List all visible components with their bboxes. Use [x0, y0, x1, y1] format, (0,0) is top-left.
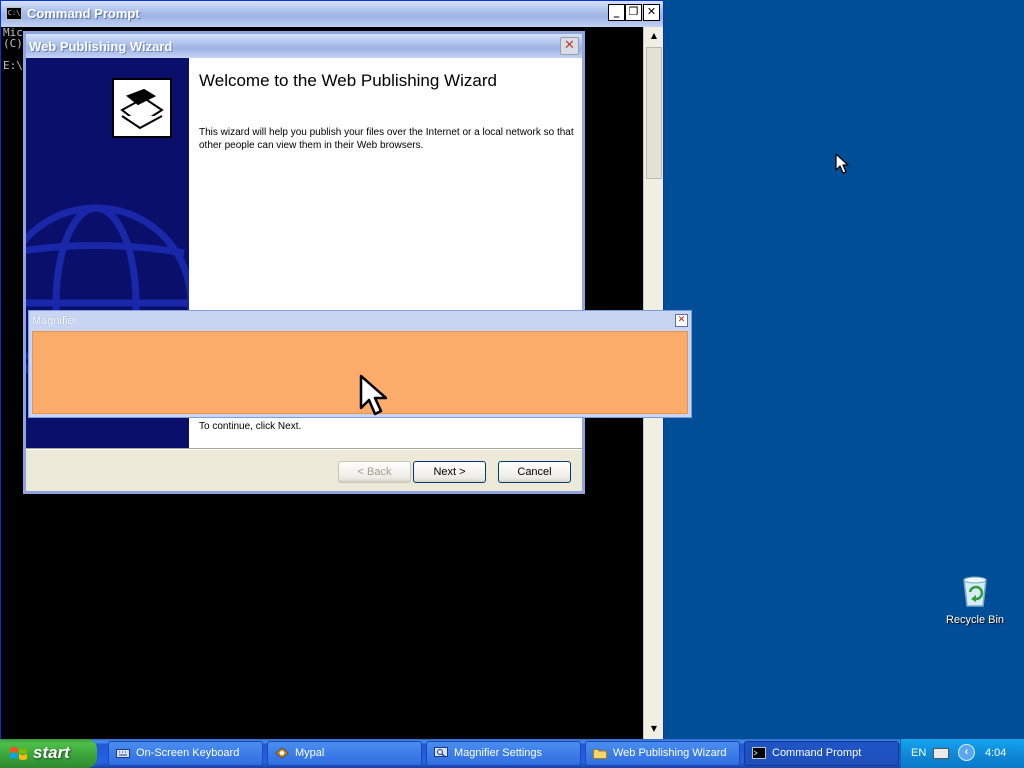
- taskbar-item-on-screen-keyboard[interactable]: On-Screen Keyboard: [108, 741, 263, 766]
- cancel-button[interactable]: Cancel: [498, 461, 571, 483]
- magnifier-close-button[interactable]: ✕: [675, 314, 688, 327]
- wizard-titlebar[interactable]: Web Publishing Wizard ✕: [26, 34, 582, 58]
- mouse-cursor-icon: [835, 153, 849, 174]
- taskbar: start On-Screen Keyboard Mypal Magnifier…: [0, 739, 1024, 768]
- wizard-heading: Welcome to the Web Publishing Wizard: [199, 71, 497, 90]
- show-hidden-icons-button[interactable]: ‹: [958, 744, 975, 761]
- wizard-intro-text: This wizard will help you publish your f…: [199, 127, 574, 151]
- publish-wizard-icon: [112, 78, 172, 138]
- web-publishing-wizard-window[interactable]: Web Publishing Wizard ✕ Welcome to the W…: [23, 31, 585, 494]
- mypal-icon: [275, 747, 289, 759]
- magnifier-icon: [434, 747, 448, 758]
- restore-button[interactable]: ❐: [625, 4, 642, 21]
- scroll-thumb[interactable]: [646, 47, 662, 179]
- cmd-icon: C:\: [6, 7, 22, 20]
- folder-icon: [593, 749, 607, 759]
- start-button[interactable]: start: [0, 739, 97, 768]
- keyboard-layout-icon[interactable]: [933, 748, 949, 759]
- magnified-cursor-icon: [359, 374, 387, 416]
- taskbar-item-label: Web Publishing Wizard: [613, 747, 727, 759]
- back-button[interactable]: < Back: [338, 461, 411, 483]
- language-indicator[interactable]: EN: [911, 747, 926, 759]
- close-button[interactable]: ✕: [643, 4, 660, 21]
- wizard-divider: [26, 448, 582, 450]
- cmd-icon: [752, 747, 766, 759]
- next-button[interactable]: Next >: [413, 461, 486, 483]
- taskbar-item-mypal[interactable]: Mypal: [267, 741, 422, 766]
- recycle-bin-icon: [963, 576, 987, 607]
- taskbar-item-command-prompt[interactable]: Command Prompt: [744, 741, 899, 766]
- command-prompt-titlebar[interactable]: C:\ Command Prompt _ ❐ ✕: [1, 1, 663, 27]
- minimize-button[interactable]: _: [608, 4, 625, 21]
- scroll-up-icon[interactable]: ▲: [646, 28, 662, 44]
- taskbar-item-label: Mypal: [295, 747, 325, 759]
- taskbar-item-label: Magnifier Settings: [454, 747, 543, 759]
- command-prompt-title: Command Prompt: [27, 6, 140, 21]
- taskbar-item-label: On-Screen Keyboard: [136, 747, 240, 759]
- recycle-bin-label: Recycle Bin: [945, 614, 1005, 626]
- start-label: start: [33, 743, 70, 762]
- scroll-down-icon[interactable]: ▼: [646, 721, 662, 737]
- system-tray: EN ‹ 4:04: [900, 739, 1024, 768]
- wizard-close-button[interactable]: ✕: [560, 37, 579, 55]
- windows-logo-icon: [10, 747, 27, 760]
- clock[interactable]: 4:04: [985, 747, 1006, 759]
- wizard-continue-text: To continue, click Next.: [199, 421, 302, 432]
- taskbar-item-label: Command Prompt: [772, 747, 862, 759]
- magnifier-window[interactable]: Magnifier ✕: [28, 310, 692, 418]
- taskbar-item-web-publishing-wizard[interactable]: Web Publishing Wizard: [585, 741, 740, 766]
- magnifier-view: [32, 331, 688, 416]
- wizard-title: Web Publishing Wizard: [29, 39, 173, 54]
- recycle-bin-shortcut[interactable]: Recycle Bin: [940, 574, 1010, 630]
- keyboard-icon: [116, 749, 130, 758]
- taskbar-item-magnifier-settings[interactable]: Magnifier Settings: [426, 741, 581, 766]
- magnifier-title: Magnifier: [32, 315, 78, 327]
